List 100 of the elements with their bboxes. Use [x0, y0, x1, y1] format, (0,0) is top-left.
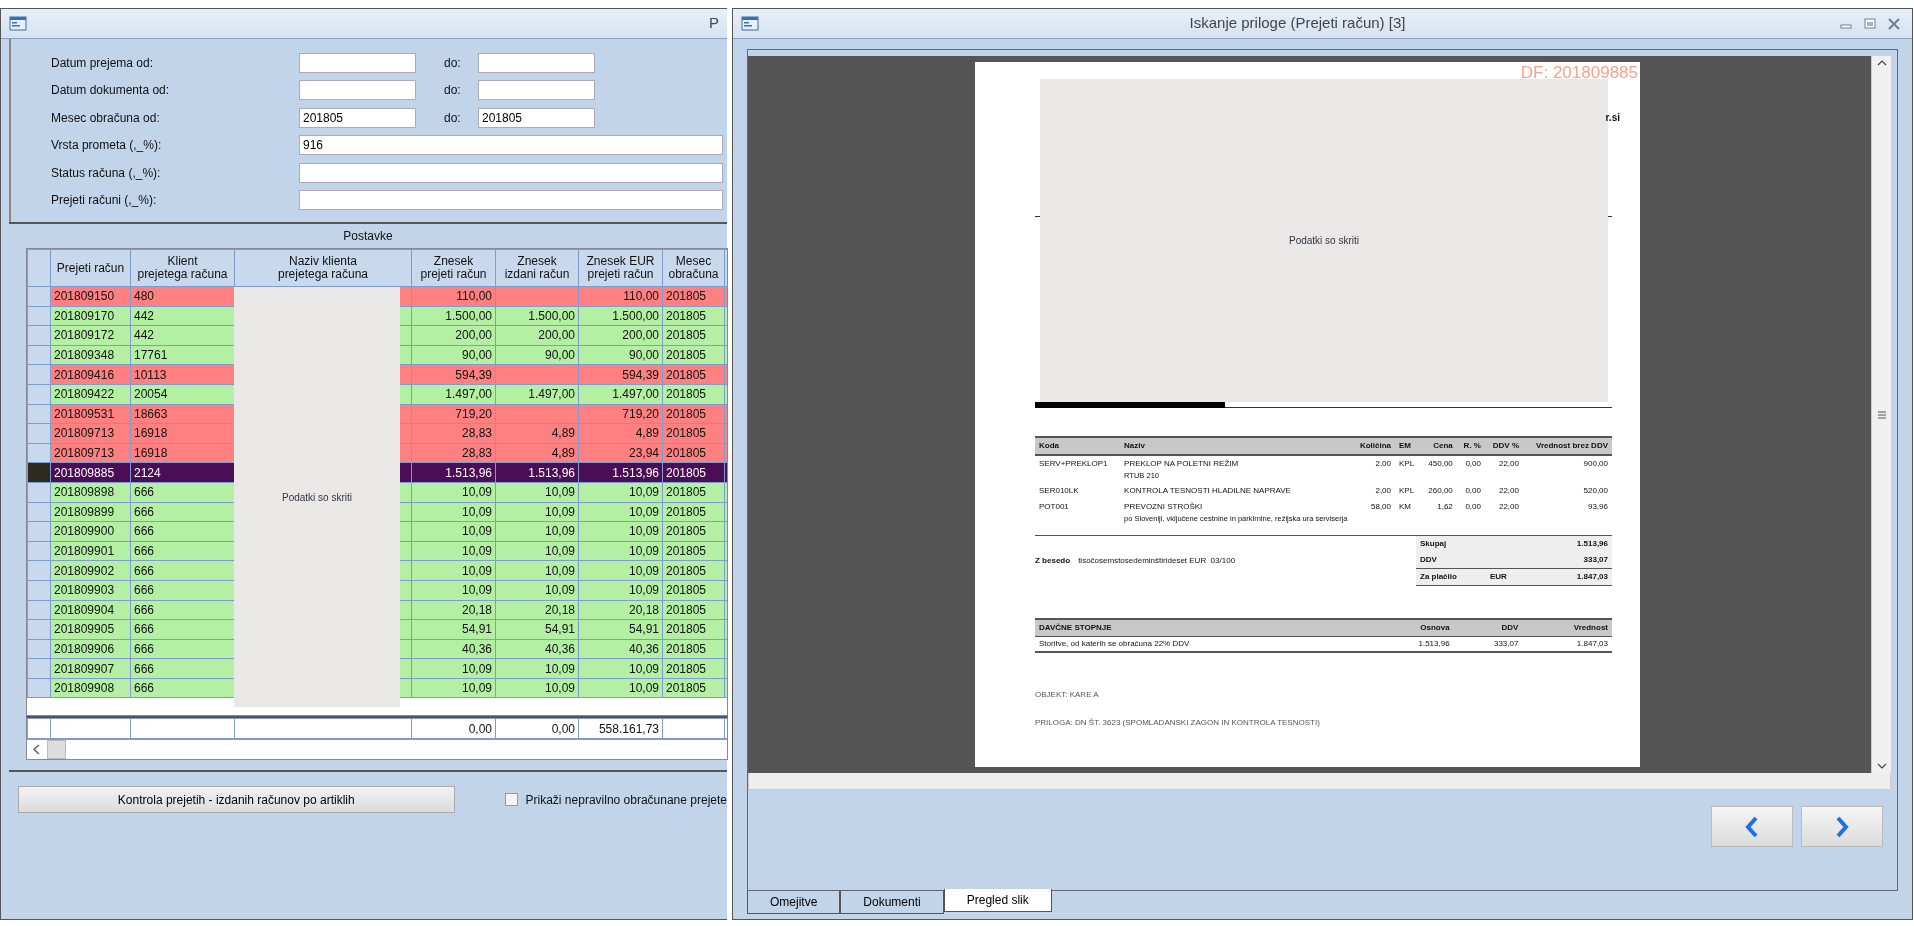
table-cell-text: 93,96: [1586, 501, 1608, 514]
scroll-grip-icon[interactable]: [1876, 410, 1887, 419]
field-label: Mesec obračuna od:: [51, 109, 161, 127]
horizontal-scrollbar[interactable]: [27, 739, 727, 759]
table-cell: 201809170: [50, 306, 131, 326]
table-cell: 10,09: [411, 521, 496, 542]
checkbox[interactable]: [504, 793, 518, 806]
table-cell: 10,09: [495, 502, 579, 522]
total-value: 333,07: [1583, 553, 1608, 566]
total-label: Za plačilo: [1420, 570, 1458, 583]
table-cell: 200,00: [411, 325, 496, 346]
table-cell: 594,39: [411, 364, 496, 385]
previous-button[interactable]: [1711, 806, 1793, 847]
table-cell: 1.513,96: [1370, 636, 1454, 652]
table-cell: 10,09: [495, 541, 579, 561]
table-cell-text: PREVOZNI STROŠKI: [1124, 501, 1204, 514]
table-cell: 1.500,00: [578, 306, 663, 326]
table-cell: 10,09: [411, 560, 496, 581]
table-cell: 40,36: [411, 639, 496, 659]
column-header: Vrednost: [1522, 618, 1612, 636]
table-cell: 201805: [662, 541, 725, 561]
window-icon: [741, 16, 759, 31]
table-cell: 4,89: [578, 423, 663, 444]
input-field[interactable]: 916: [299, 135, 723, 156]
table-cell: 28,83: [411, 443, 496, 463]
input-field[interactable]: [299, 80, 416, 101]
input-field[interactable]: 201805: [478, 107, 595, 128]
table-cell-text: 900,00: [1582, 458, 1608, 470]
table-cell: 201805: [662, 482, 725, 503]
table-cell: 1.500,00: [411, 306, 496, 326]
column-header: EM: [1395, 437, 1421, 455]
table-cell: 1.497,00: [411, 384, 496, 405]
table-cell: 201805: [662, 364, 725, 385]
table-cell: 110,00: [578, 286, 663, 307]
total-label: Skupaj: [1420, 537, 1448, 550]
table-cell: 201809531: [50, 404, 131, 424]
table-cell-text: POT001: [1039, 501, 1070, 514]
table-cell: 201805: [662, 580, 725, 600]
vertical-scrollbar[interactable]: [1871, 56, 1891, 773]
table-cell: 201809713: [50, 443, 131, 463]
column-header: Količina: [1351, 437, 1395, 455]
checkbox-label: Prikaži nepravilno obračunane prejete: [525, 791, 727, 809]
table-cell: 10,09: [578, 658, 663, 679]
table-cell: 201805: [662, 384, 725, 405]
table-cell-text: PREKLOP NA POLETNI REŽIM: [1124, 458, 1240, 470]
table-cell: 54,91: [495, 619, 579, 640]
column-header[interactable]: Prejeti račun: [50, 249, 131, 287]
table-cell: 201805: [662, 286, 725, 307]
currency-label: EUR: [1490, 570, 1507, 583]
column-header[interactable]: Znesek izdani račun: [495, 249, 579, 287]
control-button[interactable]: Kontrola prejetih - izdanih računov po artiklih: [18, 786, 455, 813]
table-cell-text: KM: [1399, 501, 1412, 514]
table-cell-text: 58,00: [1370, 501, 1391, 514]
input-field[interactable]: [478, 52, 595, 73]
field-label: Prejeti računi (,_%):: [51, 192, 158, 210]
input-field[interactable]: [299, 190, 723, 211]
table-cell: 90,00: [578, 345, 663, 365]
table-cell-text: 450,00: [1427, 458, 1453, 470]
table-cell: 10,09: [495, 521, 579, 542]
table-cell: 23,94: [578, 443, 663, 463]
table-cell-text: 0,00: [1464, 458, 1481, 470]
table-cell: 10,09: [411, 658, 496, 679]
next-button[interactable]: [1801, 806, 1883, 847]
table-cell: 201809906: [50, 639, 131, 659]
chevron-right-icon: [1834, 815, 1850, 838]
column-header[interactable]: Naziv klienta prejetega računa: [234, 249, 412, 287]
table-cell: 10,09: [578, 502, 663, 522]
field-label: Datum prejema od:: [51, 54, 155, 72]
horizontal-scrollbar[interactable]: [748, 773, 1891, 790]
input-field[interactable]: [299, 162, 723, 183]
column-header[interactable]: Znesek prejeti račun: [411, 249, 496, 287]
table-cell: 4,89: [495, 443, 579, 463]
table-cell-text: 2,00: [1374, 485, 1391, 498]
table-cell: 594,39: [578, 364, 663, 385]
total-value: 1.513,96: [1576, 537, 1608, 550]
scrollbar-thumb[interactable]: [47, 740, 66, 759]
input-field[interactable]: [299, 52, 416, 73]
total-value: 1.847,03: [1576, 570, 1608, 583]
document-note: PRILOGA: DN ŠT. 3623 (SPOMLADANSKI ZAGON IN KONTROLA TESNOSTI): [1035, 716, 1321, 729]
tab[interactable]: Dokumenti: [840, 891, 944, 914]
input-field[interactable]: [478, 80, 595, 101]
column-header: R. %: [1456, 437, 1485, 455]
tab[interactable]: Omejitve: [747, 891, 841, 914]
table-cell-text: 22,00: [1497, 485, 1519, 498]
table-cell: 10,09: [578, 580, 663, 600]
table-cell: 201805: [662, 423, 725, 444]
table-cell: 20,18: [495, 600, 579, 620]
table-cell: 28,83: [411, 423, 496, 444]
table-cell: 10,09: [495, 678, 579, 698]
column-header[interactable]: Mesec obračuna: [662, 249, 725, 287]
column-header: Osnova: [1370, 618, 1454, 636]
column-header[interactable]: Klient prejetega računa: [130, 249, 235, 287]
tab[interactable]: Pregled slik: [943, 889, 1052, 912]
table-cell: 201809150: [50, 286, 131, 307]
column-header: Naziv: [1120, 437, 1352, 455]
table-cell: 10,09: [411, 678, 496, 698]
table-cell: 4,89: [495, 423, 579, 444]
input-field[interactable]: 201805: [299, 107, 416, 128]
column-header[interactable]: Znesek EUR prejeti račun: [578, 249, 663, 287]
table-cell: 201809901: [50, 541, 131, 561]
